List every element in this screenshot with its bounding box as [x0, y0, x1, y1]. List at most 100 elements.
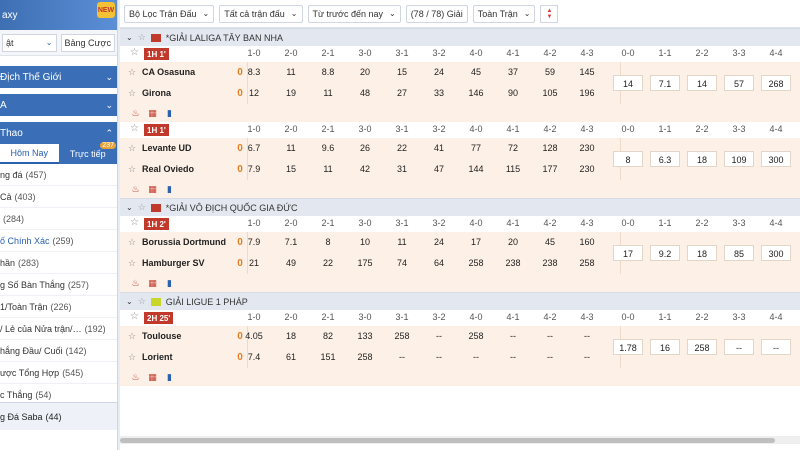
home-odds-cell[interactable]: 8.8: [313, 67, 343, 77]
sort-toggle[interactable]: ▲ ▼: [540, 4, 559, 23]
draw-odds-cell[interactable]: 18: [687, 151, 717, 167]
away-odds-cell[interactable]: 64: [424, 258, 454, 268]
sidebar-item-saba[interactable]: g Đá Saba (44): [0, 402, 117, 430]
draw-odds-cell[interactable]: 9.2: [650, 245, 680, 261]
league-header[interactable]: ⌄ ☆ *GIẢI LALIGA TÂY BAN NHA: [120, 28, 800, 46]
draw-odds-cell[interactable]: 14: [613, 75, 643, 91]
favorite-star-icon[interactable]: ☆: [128, 331, 142, 342]
favorite-star-icon[interactable]: ☆: [130, 311, 139, 322]
sidebar-section-sports[interactable]: Thao ⌃: [0, 122, 117, 144]
home-odds-cell[interactable]: 7.9: [239, 237, 269, 247]
sidebar-item[interactable]: (284): [0, 208, 117, 230]
away-odds-cell[interactable]: 19: [276, 88, 306, 98]
favorite-star-icon[interactable]: ☆: [138, 202, 146, 213]
draw-odds-cell[interactable]: 300: [761, 151, 791, 167]
home-odds-cell[interactable]: 17: [461, 237, 491, 247]
sidebar-item[interactable]: ược Tổng Hợp (545): [0, 362, 117, 384]
away-odds-cell[interactable]: 258: [350, 352, 380, 362]
away-odds-cell[interactable]: --: [387, 352, 417, 362]
home-odds-cell[interactable]: --: [572, 331, 602, 341]
stats-icon[interactable]: ♨: [130, 278, 141, 289]
away-odds-cell[interactable]: 238: [498, 258, 528, 268]
home-odds-cell[interactable]: 59: [535, 67, 565, 77]
home-odds-cell[interactable]: 8: [313, 237, 343, 247]
favorite-star-icon[interactable]: ☆: [128, 164, 142, 175]
home-odds-cell[interactable]: 24: [424, 67, 454, 77]
favorite-star-icon[interactable]: ☆: [130, 217, 139, 228]
away-odds-cell[interactable]: 196: [572, 88, 602, 98]
favorite-star-icon[interactable]: ☆: [138, 32, 146, 43]
home-odds-cell[interactable]: 24: [424, 237, 454, 247]
sidebar-item[interactable]: / Lẻ của Nửa trận/… (192): [0, 318, 117, 340]
sidebar-item[interactable]: hắng Đầu/ Cuối (142): [0, 340, 117, 362]
draw-odds-cell[interactable]: 300: [761, 245, 791, 261]
draw-odds-cell[interactable]: --: [724, 339, 754, 355]
home-odds-cell[interactable]: 11: [276, 67, 306, 77]
away-odds-cell[interactable]: 11: [313, 164, 343, 174]
draw-odds-cell[interactable]: 8: [613, 151, 643, 167]
favorite-star-icon[interactable]: ☆: [128, 88, 142, 99]
away-odds-cell[interactable]: --: [424, 352, 454, 362]
draw-odds-cell[interactable]: 14: [687, 75, 717, 91]
favorite-star-icon[interactable]: ☆: [130, 123, 139, 134]
sidebar-item[interactable]: Cả (403): [0, 186, 117, 208]
draw-odds-cell[interactable]: 1.78: [613, 339, 643, 355]
home-odds-cell[interactable]: 18: [276, 331, 306, 341]
tab-today[interactable]: Hôm Nay: [0, 144, 59, 164]
away-odds-cell[interactable]: --: [572, 352, 602, 362]
draw-odds-cell[interactable]: --: [761, 339, 791, 355]
home-odds-cell[interactable]: 82: [313, 331, 343, 341]
away-odds-cell[interactable]: 146: [461, 88, 491, 98]
home-odds-cell[interactable]: 11: [276, 143, 306, 153]
home-odds-cell[interactable]: 230: [572, 143, 602, 153]
home-odds-cell[interactable]: 6.7: [239, 143, 269, 153]
tab-live[interactable]: Trực tiếp 237: [59, 142, 118, 164]
home-odds-cell[interactable]: --: [498, 331, 528, 341]
away-odds-cell[interactable]: 15: [276, 164, 306, 174]
home-odds-cell[interactable]: 7.1: [276, 237, 306, 247]
away-odds-cell[interactable]: 11: [313, 88, 343, 98]
chevron-down-icon[interactable]: ⌄: [126, 203, 133, 212]
home-odds-cell[interactable]: 11: [387, 237, 417, 247]
chevron-down-icon[interactable]: ⌄: [126, 297, 133, 306]
away-odds-cell[interactable]: 144: [461, 164, 491, 174]
sidebar-section-a[interactable]: A ⌄: [0, 94, 117, 116]
match-filter-select[interactable]: Tất cả trận đấu ⌄: [219, 4, 303, 23]
home-odds-cell[interactable]: 9.6: [313, 143, 343, 153]
sidebar-item[interactable]: ố Chính Xác (259): [0, 230, 117, 252]
home-odds-cell[interactable]: 22: [387, 143, 417, 153]
home-odds-cell[interactable]: 258: [387, 331, 417, 341]
draw-odds-cell[interactable]: 268: [761, 75, 791, 91]
away-odds-cell[interactable]: 7.4: [239, 352, 269, 362]
away-odds-cell[interactable]: 21: [239, 258, 269, 268]
grid-icon[interactable]: ▦: [147, 278, 158, 289]
home-odds-cell[interactable]: 77: [461, 143, 491, 153]
league-filter-select[interactable]: Bộ Lọc Trận Đấu ⌄: [124, 4, 215, 23]
chart-icon[interactable]: ▮: [164, 108, 175, 119]
home-odds-cell[interactable]: --: [535, 331, 565, 341]
away-odds-cell[interactable]: 230: [572, 164, 602, 174]
away-odds-cell[interactable]: 90: [498, 88, 528, 98]
stats-icon[interactable]: ♨: [130, 372, 141, 383]
away-odds-cell[interactable]: 33: [424, 88, 454, 98]
home-odds-cell[interactable]: 145: [572, 67, 602, 77]
draw-odds-cell[interactable]: 6.3: [650, 151, 680, 167]
favorite-star-icon[interactable]: ☆: [128, 143, 142, 154]
chart-icon[interactable]: ▮: [164, 372, 175, 383]
away-odds-cell[interactable]: 177: [535, 164, 565, 174]
stats-icon[interactable]: ♨: [130, 184, 141, 195]
home-odds-cell[interactable]: 20: [498, 237, 528, 247]
home-odds-cell[interactable]: --: [424, 331, 454, 341]
away-odds-cell[interactable]: 22: [313, 258, 343, 268]
draw-odds-cell[interactable]: 16: [650, 339, 680, 355]
home-odds-cell[interactable]: 20: [350, 67, 380, 77]
draw-odds-cell[interactable]: 17: [613, 245, 643, 261]
home-odds-cell[interactable]: 160: [572, 237, 602, 247]
away-odds-cell[interactable]: 47: [424, 164, 454, 174]
draw-odds-cell[interactable]: 258: [687, 339, 717, 355]
away-odds-cell[interactable]: 49: [276, 258, 306, 268]
draw-odds-cell[interactable]: 109: [724, 151, 754, 167]
sidebar-item[interactable]: g Số Bàn Thắng (257): [0, 274, 117, 296]
away-odds-cell[interactable]: 31: [387, 164, 417, 174]
draw-odds-cell[interactable]: 57: [724, 75, 754, 91]
